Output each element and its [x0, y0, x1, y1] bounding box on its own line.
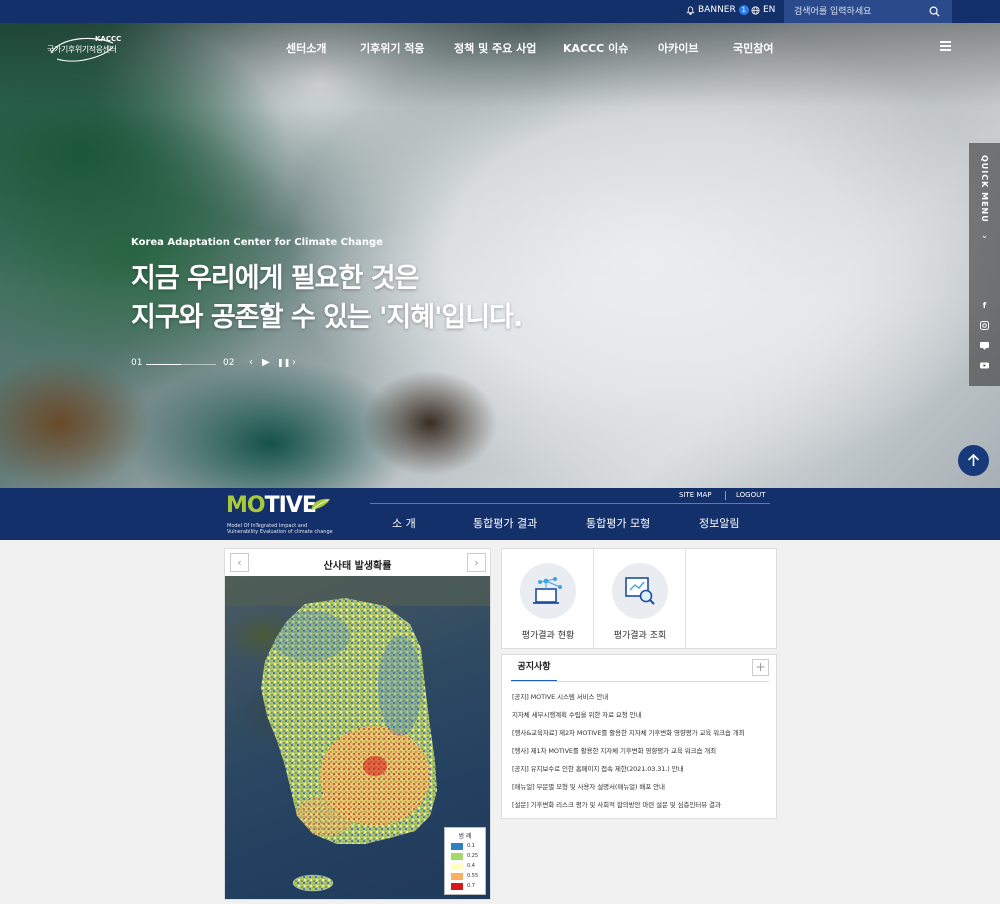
shortcut-label: 평가결과 조회 [613, 631, 667, 641]
legend-value: 0.1 [467, 843, 475, 849]
legend-swatch [451, 873, 463, 880]
legend-swatch [451, 883, 463, 890]
laptop-network-icon [533, 577, 562, 604]
gnb-item-policy[interactable]: 정책 및 주요 사업 [454, 40, 536, 56]
motive-header: MOTIVE Model Of InTegrated Impact and Vu… [0, 488, 1000, 540]
global-nav: 센터소개 기후위기 적응 정책 및 주요 사업 KACCC 이슈 아카이브 국민… [0, 40, 1000, 56]
notice-item[interactable]: [매뉴얼] 부문별 모형 및 사용자 설명서(매뉴얼) 배포 안내 [512, 781, 665, 791]
map-panel: ‹ 산사태 발생확률 › 범 례 0.1 0.25 0.4 0.55 0.7 [224, 548, 491, 900]
quick-menu[interactable]: QUICK MENU ⌄ f [969, 143, 1000, 386]
shortcut-panel: 평가결과 현황 평가결과 조회 [501, 548, 777, 649]
tab-notice[interactable]: 공지사항 [511, 655, 557, 682]
youtube-icon[interactable] [979, 360, 990, 371]
map-next-button[interactable]: › [467, 553, 486, 572]
gnb-item-adaptation[interactable]: 기후위기 적응 [360, 40, 425, 56]
slide-current: 01 [131, 358, 143, 368]
logout-link[interactable]: LOGOUT [736, 491, 766, 499]
legend-swatch [451, 863, 463, 870]
notice-item[interactable]: [설문] 기후변화 리스크 평가 및 사회적 합의방안 마련 설문 및 심층인터… [512, 799, 721, 809]
chevron-down-icon[interactable]: ⌄ [979, 231, 990, 242]
motive-desc-line2: Vulnerability Evaluation of climate chan… [227, 529, 333, 535]
more-plus-icon[interactable]: + [752, 659, 769, 676]
language-switch[interactable]: EN [751, 5, 775, 15]
language-label: EN [763, 5, 776, 15]
shortcut-label: 평가결과 현황 [521, 631, 575, 641]
legend-value: 0.25 [467, 853, 479, 859]
shortcut-circle [520, 563, 576, 619]
pause-icon[interactable]: ❚❚ [277, 358, 290, 367]
chart-search-icon [625, 577, 655, 605]
notice-item[interactable]: 지자체 세부시행계획 수립을 위한 자료 요청 안내 [512, 709, 642, 719]
utility-bar: BANNER 1 EN [0, 0, 1000, 23]
next-slide-icon[interactable]: › [292, 357, 296, 368]
notice-item[interactable]: [행사&교육자료] 제2차 MOTIVE를 활용한 지자체 기후변화 영향평가 … [512, 727, 745, 737]
slide-pager: 01 02 ‹ ▶ ❚❚ › [131, 357, 311, 371]
search-box [784, 0, 952, 23]
shortcut-result-status[interactable]: 평가결과 현황 [502, 549, 594, 648]
scroll-top-button[interactable] [958, 445, 989, 476]
banner-link[interactable]: BANNER 1 [686, 5, 749, 15]
motive-nav-about[interactable]: 소 개 [392, 515, 416, 531]
util-divider [725, 491, 726, 500]
map-panel-header: ‹ 산사태 발생확률 › [225, 549, 490, 576]
motive-nav-model[interactable]: 통합평가 모형 [586, 515, 650, 531]
landslide-map: 범 례 0.1 0.25 0.4 0.55 0.7 [225, 576, 490, 899]
motive-nav-results[interactable]: 통합평가 결과 [473, 515, 537, 531]
motive-divider [370, 503, 770, 504]
map-title: 산사태 발생확률 [323, 561, 392, 572]
prev-slide-icon[interactable]: ‹ [249, 357, 253, 368]
hero-title-line1: 지금 우리에게 필요한 것은 [131, 263, 419, 294]
notice-divider [511, 681, 769, 682]
map-legend: 범 례 0.1 0.25 0.4 0.55 0.7 [444, 827, 486, 895]
shortcut-circle [612, 563, 668, 619]
hero-title: 지금 우리에게 필요한 것은 지구와 공존할 수 있는 '지혜'입니다. [131, 259, 523, 337]
motive-logo[interactable]: MOTIVE Model Of InTegrated Impact and Vu… [226, 493, 333, 535]
notice-item[interactable]: [행사] 제1차 MOTIVE를 활용한 지자체 기후변화 영향평가 교육 워크… [512, 745, 716, 755]
motive-nav-notice[interactable]: 정보알림 [699, 515, 739, 531]
menu-icon[interactable] [940, 41, 951, 51]
sitemap-link[interactable]: SITE MAP [679, 491, 711, 499]
facebook-icon[interactable]: f [979, 300, 990, 311]
hero-shade [0, 23, 1000, 488]
banner-label: BANNER [698, 5, 736, 15]
legend-title: 범 례 [458, 833, 472, 840]
notice-panel: 공지사항 + [공지] MOTIVE 시스템 서비스 안내 지자체 세부시행계획… [501, 654, 777, 819]
hero-subtitle: Korea Adaptation Center for Climate Chan… [131, 237, 383, 248]
blog-icon[interactable] [979, 340, 990, 351]
quick-menu-label: QUICK MENU [980, 155, 989, 223]
gnb-item-archive[interactable]: 아카이브 [658, 40, 698, 56]
motive-logo-green: MO [226, 493, 266, 518]
leaf-icon [311, 498, 330, 510]
shortcut-divider [685, 549, 686, 648]
play-icon[interactable]: ▶ [262, 357, 270, 368]
slide-progress-fill [146, 364, 181, 365]
legend-value: 0.55 [467, 873, 479, 879]
chevron-right-icon: › [474, 556, 479, 569]
globe-icon [751, 5, 760, 15]
legend-value: 0.4 [467, 863, 475, 869]
gnb-item-participation[interactable]: 국민참여 [733, 40, 773, 56]
slide-progress [146, 364, 216, 365]
banner-count-badge: 1 [738, 5, 749, 15]
bell-icon [686, 5, 695, 15]
gnb-item-about[interactable]: 센터소개 [286, 40, 326, 56]
legend-swatch [451, 853, 463, 860]
search-icon[interactable] [929, 6, 940, 17]
notice-item[interactable]: [공지] 유지보수로 인한 홈페이지 접속 제한(2021.03.31.) 안내 [512, 763, 684, 773]
gnb-item-issue[interactable]: KACCC 이슈 [563, 40, 628, 56]
motive-description: Model Of InTegrated Impact and Vulnerabi… [227, 523, 333, 535]
instagram-icon[interactable] [979, 320, 990, 331]
shortcut-result-search[interactable]: 평가결과 조회 [594, 549, 686, 648]
notice-item[interactable]: [공지] MOTIVE 시스템 서비스 안내 [512, 691, 608, 701]
search-input[interactable] [794, 4, 924, 19]
arrow-up-icon [967, 453, 980, 466]
slide-total: 02 [223, 358, 235, 368]
legend-value: 0.7 [467, 883, 475, 889]
hero-visual: KACCC 국가기후위기적응센터 센터소개 기후위기 적응 정책 및 주요 사업… [0, 23, 1000, 488]
hero-title-line2: 지구와 공존할 수 있는 '지혜'입니다. [131, 302, 523, 333]
legend-swatch [451, 843, 463, 850]
